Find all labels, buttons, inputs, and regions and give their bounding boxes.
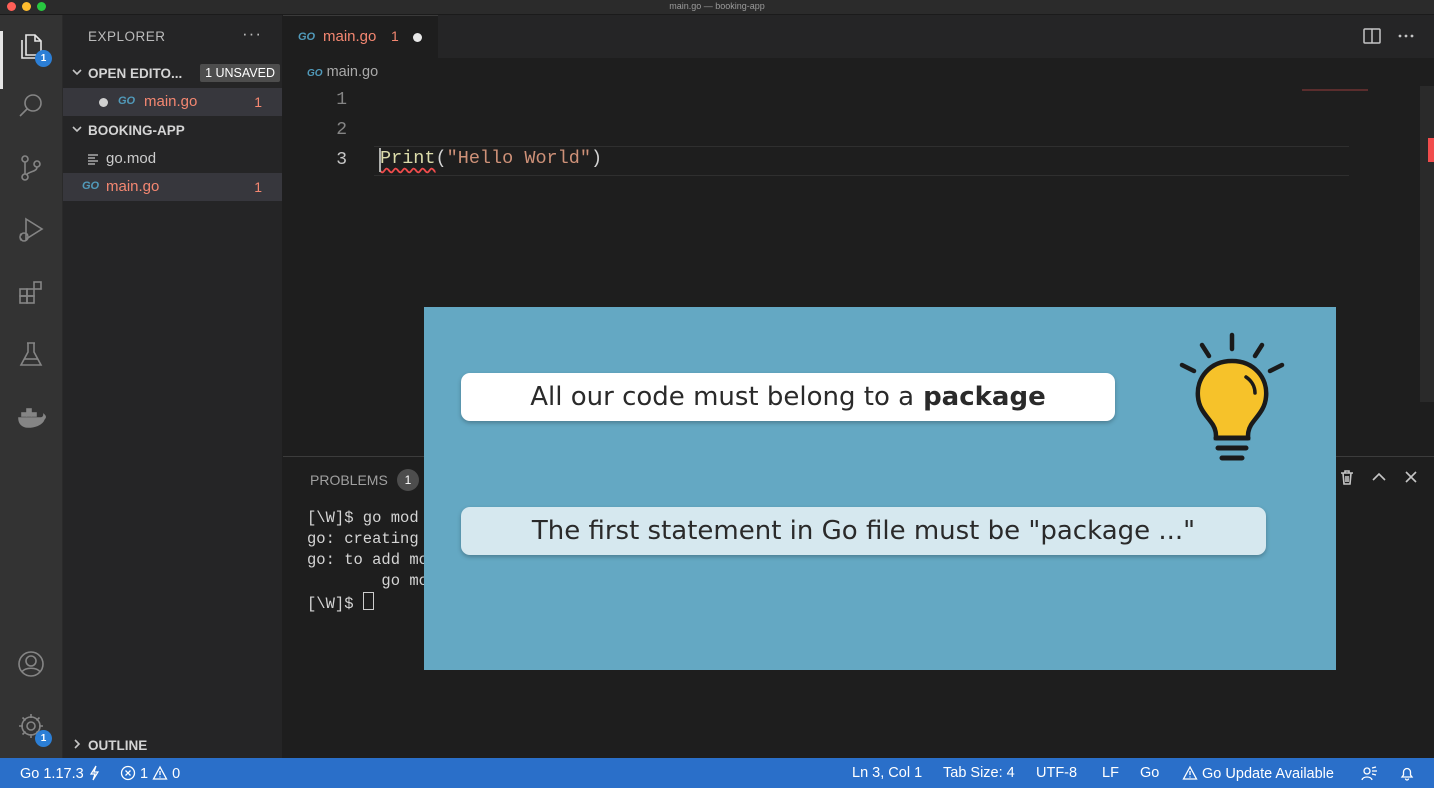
line-number: 2 <box>336 120 347 140</box>
window-title: main.go — booking-app <box>669 1 765 11</box>
folder-label: BOOKING-APP <box>88 123 185 138</box>
problem-count: 1 <box>254 94 262 110</box>
problems-status[interactable]: 1 0 <box>120 765 180 782</box>
split-editor-icon[interactable] <box>1362 26 1382 46</box>
accounts-icon[interactable] <box>12 645 50 683</box>
tab-problem-count: 1 <box>391 28 399 44</box>
code-line-3: Print("Hello World") <box>380 148 602 169</box>
go-file-icon: GO <box>118 95 136 107</box>
outline-section[interactable]: OUTLINE <box>63 733 282 759</box>
warning-count: 0 <box>172 766 181 782</box>
search-icon[interactable] <box>12 87 50 125</box>
explorer-sidebar: EXPLORER ··· OPEN EDITO... 1 UNSAVED GO … <box>63 15 282 758</box>
docker-icon[interactable] <box>12 397 50 435</box>
editor-actions <box>1362 26 1416 46</box>
language-status[interactable]: Go <box>1140 765 1159 781</box>
text-file-icon <box>88 153 98 165</box>
explorer-badge: 1 <box>35 50 52 67</box>
open-editors-label: OPEN EDITO... <box>88 66 183 81</box>
statement-bold-text: package <box>923 382 1046 412</box>
settings-gear-icon[interactable]: 1 <box>12 707 52 747</box>
testing-flask-icon[interactable] <box>12 335 50 373</box>
status-bar: Go 1.17.3 1 0 Ln 3, Col 1 Tab Size: 4 UT… <box>0 758 1434 788</box>
tab-label: main.go <box>323 28 377 45</box>
problems-count-badge: 1 <box>397 469 419 491</box>
trash-icon[interactable] <box>1338 468 1356 486</box>
error-marker <box>1428 138 1434 162</box>
extensions-icon[interactable] <box>12 273 50 311</box>
tab-problems[interactable]: PROBLEMS <box>310 472 388 488</box>
go-file-icon: GO <box>82 180 100 192</box>
error-count: 1 <box>140 766 149 782</box>
active-indicator <box>0 31 3 89</box>
eol-status[interactable]: LF <box>1102 765 1119 781</box>
encoding-status[interactable]: UTF-8 <box>1036 765 1077 781</box>
explorer-more-button[interactable]: ··· <box>242 24 262 44</box>
file-name: main.go <box>106 178 160 195</box>
file-item-main-go[interactable]: GO main.go 1 <box>63 173 282 201</box>
panel-actions <box>1338 468 1420 486</box>
open-editors-section[interactable]: OPEN EDITO... 1 UNSAVED <box>63 61 282 87</box>
text-cursor <box>379 148 381 172</box>
overview-ruler-hint <box>1302 89 1368 91</box>
statement-text: The first statement in Go file must be "… <box>531 516 1196 546</box>
editor-scrollbar[interactable] <box>1420 86 1434 402</box>
breadcrumb[interactable]: GO main.go <box>307 64 378 80</box>
warning-icon <box>1182 765 1198 780</box>
go-file-icon: GO <box>307 68 323 79</box>
unsaved-dot-icon <box>99 98 108 107</box>
tab-main-go[interactable]: GO main.go 1 <box>283 15 438 59</box>
explorer-icon[interactable]: 1 <box>12 27 52 67</box>
lightning-icon <box>89 765 99 781</box>
more-actions-icon[interactable] <box>1396 26 1416 46</box>
paren-token: ( <box>435 148 447 169</box>
warning-icon <box>152 765 168 780</box>
source-control-icon[interactable] <box>12 149 50 187</box>
go-version-text: Go 1.17.3 <box>20 766 84 782</box>
unsaved-dot-icon[interactable] <box>413 33 422 42</box>
chevron-right-icon <box>71 738 83 750</box>
statement-pill-first-line: The first statement in Go file must be "… <box>461 507 1266 555</box>
explorer-header: EXPLORER <box>88 29 166 44</box>
function-token: Print <box>380 148 436 169</box>
file-item-go-mod[interactable]: go.mod <box>63 145 282 173</box>
line-number: 1 <box>336 90 347 110</box>
problem-count: 1 <box>254 179 262 195</box>
info-overlay-card: All our code must belong to a package The… <box>424 307 1336 670</box>
open-editor-name: main.go <box>144 93 198 110</box>
statement-pill-package: All our code must belong to a package <box>461 373 1115 421</box>
prompt-text: [\W]$ <box>307 595 363 613</box>
terminal-cursor <box>362 592 374 610</box>
line-number: 3 <box>336 150 347 170</box>
chevron-down-icon <box>71 123 83 135</box>
statement-text: All our code must belong to a <box>530 382 915 412</box>
settings-badge: 1 <box>35 730 52 747</box>
chevron-down-icon <box>71 66 83 78</box>
paren-token: ) <box>590 148 603 169</box>
go-file-icon: GO <box>298 31 316 43</box>
editor-tab-bar: GO main.go 1 <box>283 15 1434 59</box>
unsaved-badge: 1 UNSAVED <box>200 64 280 82</box>
booking-app-folder[interactable]: BOOKING-APP <box>63 118 282 144</box>
go-version-status[interactable]: Go 1.17.3 <box>20 765 100 782</box>
go-update-text: Go Update Available <box>1202 766 1334 782</box>
title-bar: main.go — booking-app <box>0 0 1434 15</box>
file-name: go.mod <box>106 150 157 167</box>
tab-size-status[interactable]: Tab Size: 4 <box>943 765 1015 781</box>
outline-label: OUTLINE <box>88 738 148 753</box>
run-debug-icon[interactable] <box>12 211 50 249</box>
feedback-icon[interactable] <box>1360 765 1378 782</box>
breadcrumb-file: main.go <box>326 64 379 80</box>
string-token: "Hello World" <box>446 148 591 169</box>
activity-bar: 1 1 <box>0 15 63 758</box>
close-panel-icon[interactable] <box>1402 468 1420 486</box>
chevron-up-icon[interactable] <box>1370 468 1388 486</box>
notifications-bell-icon[interactable] <box>1399 765 1415 782</box>
go-update-status[interactable]: Go Update Available <box>1182 765 1334 782</box>
cursor-position-status[interactable]: Ln 3, Col 1 <box>852 765 922 781</box>
error-icon <box>120 765 136 781</box>
lightbulb-icon <box>1179 332 1285 461</box>
open-editor-item-main-go[interactable]: GO main.go 1 <box>63 88 282 116</box>
